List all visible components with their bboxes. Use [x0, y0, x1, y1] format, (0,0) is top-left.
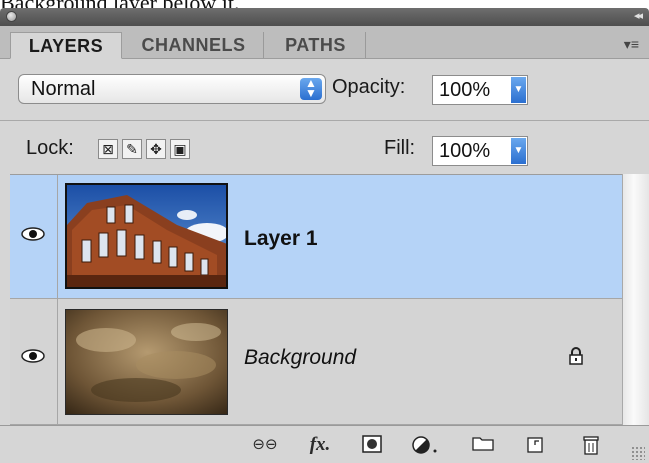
opacity-dropdown-icon[interactable]: ▼	[511, 77, 526, 103]
trash-icon[interactable]	[580, 435, 602, 455]
blend-row: Normal ▲ ▼ Opacity: 100% ▼	[0, 59, 649, 120]
new-group-folder-icon[interactable]	[470, 435, 496, 455]
adjustment-layer-icon[interactable]	[408, 435, 442, 455]
layer-name[interactable]: Background	[244, 346, 356, 370]
layer-row-layer-1[interactable]: Layer 1	[10, 175, 622, 299]
collapse-icon[interactable]: ◂◂	[634, 9, 643, 22]
lock-transparent-pixels-icon[interactable]: ⊠	[98, 139, 118, 159]
lock-position-icon[interactable]: ✥	[146, 139, 166, 159]
opacity-label: Opacity:	[332, 76, 406, 98]
tab-layers[interactable]: LAYERS	[10, 32, 122, 59]
panel-menu-icon[interactable]: ▾≡	[624, 36, 639, 53]
layer-thumbnail[interactable]	[65, 309, 228, 415]
layer-row-background[interactable]: Background	[10, 299, 622, 425]
visibility-cell[interactable]	[10, 299, 58, 424]
blend-mode-value: Normal	[31, 78, 96, 100]
eye-icon[interactable]	[21, 227, 45, 241]
opacity-value: 100%	[439, 79, 491, 101]
layer-style-fx-icon[interactable]: fx.	[300, 435, 340, 455]
fill-field[interactable]: 100% ▼	[432, 136, 528, 166]
layer-lock-icon	[568, 347, 584, 370]
eye-icon[interactable]	[21, 349, 45, 363]
close-icon[interactable]	[6, 11, 17, 22]
link-layers-icon[interactable]: ⊖⊖	[248, 435, 282, 455]
opacity-field[interactable]: 100% ▼	[432, 75, 528, 105]
fill-value: 100%	[439, 140, 491, 162]
stepper-icon[interactable]: ▲ ▼	[300, 77, 322, 100]
layer-mask-icon[interactable]	[360, 435, 384, 455]
layer-thumbnail[interactable]	[65, 183, 228, 289]
panel-titlebar[interactable]: ◂◂	[0, 8, 649, 26]
layers-panel: ◂◂ LAYERS CHANNELS PATHS ▾≡ Normal ▲ ▼ Op…	[0, 8, 649, 463]
lock-all-icon[interactable]: ▣	[170, 139, 190, 159]
layer-name[interactable]: Layer 1	[244, 227, 318, 251]
scrollbar[interactable]	[622, 174, 649, 425]
fill-label: Fill:	[384, 137, 416, 159]
tab-channels[interactable]: CHANNELS	[124, 32, 264, 58]
lock-image-pixels-icon[interactable]: ✎	[122, 139, 142, 159]
visibility-cell[interactable]	[10, 175, 58, 298]
lock-label: Lock:	[26, 137, 74, 159]
tab-paths[interactable]: PATHS	[266, 32, 366, 58]
resize-grip-icon[interactable]	[631, 446, 645, 460]
fill-dropdown-icon[interactable]: ▼	[511, 138, 526, 164]
new-layer-icon[interactable]	[524, 435, 548, 455]
tab-strip: LAYERS CHANNELS PATHS ▾≡	[0, 26, 649, 59]
blend-mode-select[interactable]: Normal ▲ ▼	[18, 74, 326, 104]
panel-footer: ⊖⊖ fx.	[0, 425, 649, 463]
layers-list: Layer 1 Background	[10, 174, 622, 426]
divider	[0, 120, 649, 121]
